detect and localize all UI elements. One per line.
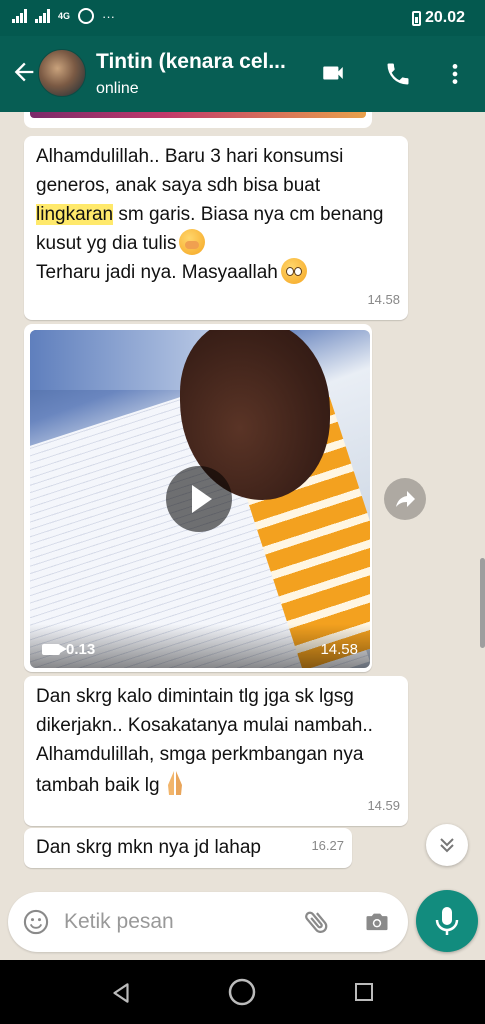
message-time: 14.59 <box>367 798 400 813</box>
message-text: Alhamdulillah.. Baru 3 hari konsumsi gen… <box>36 146 384 284</box>
scroll-to-bottom-button[interactable] <box>426 824 468 866</box>
attach-icon[interactable] <box>302 906 332 938</box>
mic-button[interactable] <box>416 890 478 952</box>
status-left: 4G ··· <box>12 8 115 24</box>
message-time: 16.27 <box>311 838 344 853</box>
nav-recents-icon[interactable] <box>352 980 376 1004</box>
nav-back-icon[interactable] <box>108 980 134 1006</box>
video-call-icon[interactable] <box>318 60 348 86</box>
system-nav-bar <box>0 960 485 1024</box>
signal-icon <box>12 9 27 23</box>
forward-icon <box>396 491 415 507</box>
status-bar: 4G ··· 20.02 <box>0 0 485 36</box>
forward-button[interactable] <box>384 478 426 520</box>
contact-name[interactable]: Tintin (kenara cel... <box>96 50 286 74</box>
video-thumbnail[interactable]: 0.13 14.58 <box>30 330 370 668</box>
hand-over-mouth-emoji-icon <box>179 229 206 255</box>
back-arrow-icon[interactable] <box>10 58 38 86</box>
emoji-icon[interactable] <box>22 908 50 936</box>
message-composer[interactable] <box>8 892 408 952</box>
status-right: 20.02 <box>411 9 465 27</box>
more-vert-icon[interactable] <box>442 60 468 88</box>
message-time: 14.58 <box>320 641 358 658</box>
chat-area[interactable]: Alhamdulillah.. Baru 3 hari konsumsi gen… <box>0 112 485 892</box>
message-bubble[interactable]: Dan skrg mkn nya jd lahap 16.27 <box>24 828 352 868</box>
contact-status: online <box>96 80 139 97</box>
folded-hands-emoji-icon <box>167 771 182 795</box>
video-camera-icon <box>42 644 67 655</box>
double-chevron-down-icon <box>440 838 454 853</box>
nav-home-icon[interactable] <box>226 976 258 1008</box>
highlighted-word: lingkaran <box>36 204 114 225</box>
scrollbar[interactable] <box>480 558 485 648</box>
message-bubble[interactable]: Alhamdulillah.. Baru 3 hari konsumsi gen… <box>24 136 408 320</box>
clock: 20.02 <box>424 9 465 26</box>
mic-icon <box>435 907 459 935</box>
whatsapp-notification-icon <box>78 8 95 24</box>
previous-media-fragment[interactable] <box>24 112 372 128</box>
video-duration: 0.13 <box>42 641 95 658</box>
network-label: 4G <box>58 11 71 21</box>
message-text: Dan skrg mkn nya jd lahap <box>36 837 261 858</box>
pleading-face-emoji-icon <box>280 258 307 284</box>
play-icon[interactable] <box>166 466 232 532</box>
phone-icon[interactable] <box>384 60 412 88</box>
more-notifications-icon: ··· <box>102 8 116 24</box>
signal-icon-2 <box>35 9 50 23</box>
chat-header: Tintin (kenara cel... online <box>0 36 485 112</box>
message-input[interactable] <box>64 904 284 940</box>
avatar[interactable] <box>38 49 86 97</box>
message-time: 14.58 <box>367 292 400 307</box>
battery-icon <box>411 10 421 26</box>
message-bubble[interactable]: Dan skrg kalo dimintain tlg jga sk lgsg … <box>24 676 408 826</box>
camera-icon[interactable] <box>362 908 392 936</box>
message-text: Dan skrg kalo dimintain tlg jga sk lgsg … <box>36 686 373 796</box>
